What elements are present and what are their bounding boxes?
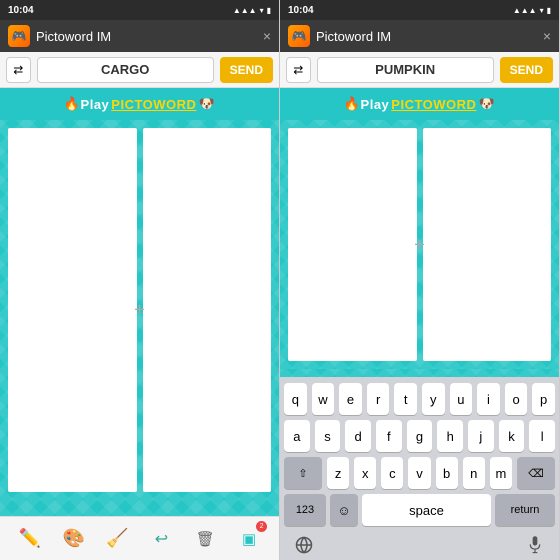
key-l[interactable]: l [529, 420, 555, 452]
key-w[interactable]: w [312, 383, 335, 415]
key-i[interactable]: i [477, 383, 500, 415]
key-g[interactable]: g [407, 420, 433, 452]
battery-icon-right: ▮ [547, 6, 551, 15]
key-y[interactable]: y [422, 383, 445, 415]
play-label-left: Play [81, 97, 110, 112]
app-title-right: Pictoword IM [316, 29, 543, 44]
bottom-strip-right [280, 369, 559, 377]
trash-button[interactable]: 🗑 [189, 523, 221, 555]
palette-button[interactable]: 🎨 [58, 523, 90, 555]
key-t[interactable]: t [394, 383, 417, 415]
numbers-key[interactable]: 123 [284, 494, 326, 526]
status-bar-left: 10:04 ▲▲▲ ▾ ▮ [0, 0, 279, 20]
key-z[interactable]: z [327, 457, 349, 489]
key-q[interactable]: q [284, 383, 307, 415]
mic-key[interactable] [519, 534, 551, 556]
input-bar-left: ⇄ SEND [0, 52, 279, 88]
image-card-left-1[interactable] [8, 128, 137, 492]
key-p[interactable]: p [532, 383, 555, 415]
play-banner-right: 🔥 Play PICTOWORD 🐶 [280, 88, 559, 120]
image-card-right-1[interactable] [288, 128, 417, 361]
plus-icon-left: + [134, 300, 145, 321]
image-area-right: + [280, 120, 559, 369]
key-v[interactable]: v [408, 457, 430, 489]
word-input-left[interactable] [37, 57, 214, 83]
key-n[interactable]: n [463, 457, 485, 489]
shuffle-button-left[interactable]: ⇄ [6, 57, 31, 83]
status-icons-left: ▲▲▲ ▾ ▮ [233, 6, 271, 15]
status-bar-right: 10:04 ▲▲▲ ▾ ▮ [280, 0, 559, 20]
app-icon-right: 🎮 [288, 25, 310, 47]
dog-emoji-left: 🐶 [198, 96, 215, 112]
layers-button[interactable]: ▣ 2 [233, 523, 265, 555]
key-h[interactable]: h [437, 420, 463, 452]
undo-button[interactable]: ↩ [145, 523, 177, 555]
delete-key[interactable]: ⌫ [517, 457, 555, 489]
toolbar-left: ✏️ 🎨 🧹 ↩ 🗑 ▣ 2 [0, 516, 279, 560]
left-panel: 10:04 ▲▲▲ ▾ ▮ 🎮 Pictoword IM × ⇄ SEND 🔥 … [0, 0, 280, 560]
word-input-right[interactable] [317, 57, 494, 83]
wifi-icon: ▾ [260, 6, 264, 15]
play-label-right: Play [361, 97, 390, 112]
keyboard-row-1: q w e r t y u i o p [284, 383, 555, 415]
pencil-button[interactable]: ✏️ [14, 523, 46, 555]
app-title-left: Pictoword IM [36, 29, 263, 44]
fire-emoji-right: 🔥 [344, 96, 361, 112]
key-f[interactable]: f [376, 420, 402, 452]
key-d[interactable]: d [345, 420, 371, 452]
signal-icon: ▲▲▲ [233, 6, 257, 15]
close-button-left[interactable]: × [263, 28, 271, 44]
space-key[interactable]: space [362, 494, 491, 526]
input-bar-right: ⇄ SEND [280, 52, 559, 88]
shuffle-button-right[interactable]: ⇄ [286, 57, 311, 83]
key-m[interactable]: m [490, 457, 512, 489]
emoji-key[interactable]: ☺ [330, 494, 358, 526]
key-e[interactable]: e [339, 383, 362, 415]
play-banner-left: 🔥 Play PICTOWORD 🐶 [0, 88, 279, 120]
eraser-button[interactable]: 🧹 [102, 523, 134, 555]
image-card-right-2[interactable] [423, 128, 552, 361]
title-bar-left: 🎮 Pictoword IM × [0, 20, 279, 52]
globe-key[interactable] [288, 534, 320, 556]
key-o[interactable]: o [505, 383, 528, 415]
send-button-left[interactable]: SEND [220, 57, 273, 83]
keyboard-row-4: 123 ☺ space return [284, 494, 555, 526]
key-s[interactable]: s [315, 420, 341, 452]
key-r[interactable]: r [367, 383, 390, 415]
pictoword-label-left: PICTOWORD [111, 97, 196, 112]
status-icons-right: ▲▲▲ ▾ ▮ [513, 6, 551, 15]
key-c[interactable]: c [381, 457, 403, 489]
app-icon-left: 🎮 [8, 25, 30, 47]
key-a[interactable]: a [284, 420, 310, 452]
layers-badge: 2 [256, 521, 267, 532]
status-time-right: 10:04 [288, 5, 314, 16]
key-x[interactable]: x [354, 457, 376, 489]
shift-key[interactable]: ⇧ [284, 457, 322, 489]
status-time-left: 10:04 [8, 5, 34, 16]
title-bar-right: 🎮 Pictoword IM × [280, 20, 559, 52]
fire-emoji-left: 🔥 [64, 96, 81, 112]
key-k[interactable]: k [499, 420, 525, 452]
pictoword-label-right: PICTOWORD [391, 97, 476, 112]
key-b[interactable]: b [436, 457, 458, 489]
return-key[interactable]: return [495, 494, 555, 526]
keyboard-bottom-row [284, 531, 555, 556]
image-card-left-2[interactable] [143, 128, 272, 492]
key-u[interactable]: u [450, 383, 473, 415]
bottom-strip-left [0, 500, 279, 516]
image-area-left: + [0, 120, 279, 500]
keyboard-row-2: a s d f g h j k l [284, 420, 555, 452]
signal-icon-right: ▲▲▲ [513, 6, 537, 15]
close-button-right[interactable]: × [543, 28, 551, 44]
battery-icon: ▮ [267, 6, 271, 15]
keyboard-right: q w e r t y u i o p a s d f g h j k l ⇧ … [280, 377, 559, 560]
dog-emoji-right: 🐶 [478, 96, 495, 112]
keyboard-row-3: ⇧ z x c v b n m ⌫ [284, 457, 555, 489]
plus-icon-right: + [414, 234, 425, 255]
send-button-right[interactable]: SEND [500, 57, 553, 83]
key-j[interactable]: j [468, 420, 494, 452]
right-panel: 10:04 ▲▲▲ ▾ ▮ 🎮 Pictoword IM × ⇄ SEND 🔥 … [280, 0, 560, 560]
wifi-icon-right: ▾ [540, 6, 544, 15]
